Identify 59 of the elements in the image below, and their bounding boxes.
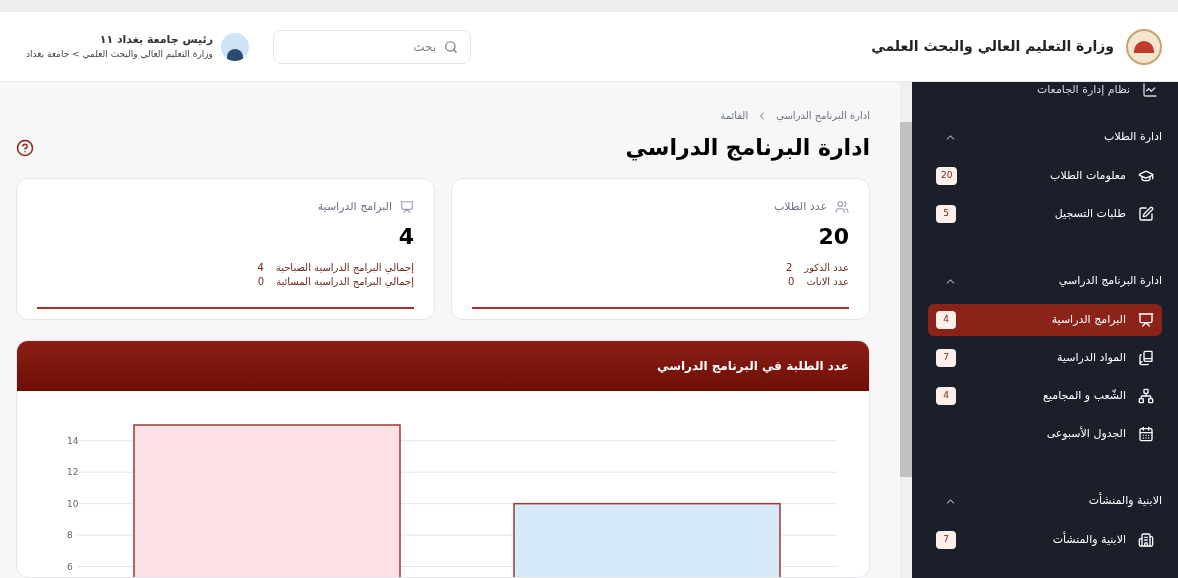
y-tick-label: 14 — [67, 435, 79, 446]
count-badge: 7 — [936, 531, 956, 549]
y-tick-label: 6 — [67, 561, 73, 572]
calendar-icon — [1138, 426, 1154, 442]
sidebar-item-label: الجدول الأسبوعى — [1046, 425, 1126, 442]
sidebar-item-label: البرامج الدراسية — [1051, 311, 1126, 328]
y-tick-label: 10 — [67, 498, 79, 509]
ministry-logo — [1126, 28, 1162, 65]
users-icon — [835, 200, 849, 215]
detail-value: 0 — [257, 274, 265, 289]
count-badge: 20 — [936, 167, 958, 185]
sidebar-item-label: المواد الدراسية — [1057, 349, 1126, 366]
avatar[interactable] — [221, 32, 249, 61]
card-value: 20 — [817, 222, 849, 251]
detail-label: عدد الذكور — [804, 260, 849, 275]
sidebar-group-header[interactable]: ادارة البرنامج الدراسي — [912, 264, 1178, 298]
ministry-title: وزارة التعليم العالي والبحث العلمي — [871, 37, 1114, 57]
breadcrumb-link[interactable]: ادارة البرنامج الدراسي — [776, 108, 870, 123]
sidebar-item[interactable]: نظام إدارة الجامعات — [1036, 82, 1130, 99]
detail-label: إجمالي البرامج الدراسية المسائية — [276, 274, 414, 289]
sidebar-item-label: الشّعب و المجاميع — [1043, 387, 1126, 404]
presentation-icon — [400, 200, 414, 215]
edit-icon — [1138, 206, 1154, 222]
detail-label: عدد الاناث — [806, 274, 849, 289]
count-badge: 4 — [936, 387, 956, 405]
chart-icon — [1142, 82, 1158, 98]
graduate-icon — [1138, 168, 1154, 184]
breadcrumb-current: القائمة — [720, 109, 749, 123]
sidebar-item-label: معلومات الطلاب — [1050, 167, 1126, 184]
count-badge: 5 — [936, 205, 956, 223]
page-title: ادارة البرنامج الدراسي — [625, 134, 870, 163]
user-organization: وزارة التعليم العالي والبحث العلمي > جامعة بغداد — [26, 48, 213, 62]
sidebar-item-label: الابنية والمنشأت — [1052, 531, 1126, 548]
card-label: البرامج الدراسية — [317, 199, 392, 215]
sidebar-item[interactable]: الجدول الأسبوعى — [928, 418, 1162, 450]
y-tick-label: 12 — [67, 467, 79, 478]
count-badge: 4 — [936, 311, 956, 329]
card-label: عدد الطلاب — [773, 199, 827, 215]
search-input[interactable]: بحث — [286, 37, 437, 56]
scrollbar-thumb[interactable] — [900, 122, 912, 477]
search-icon — [444, 38, 458, 55]
sidebar-item-label: طلبات التسجيل — [1054, 205, 1126, 222]
books-icon — [1138, 350, 1154, 366]
detail-label: إجمالي البرامج الدراسية الصباحية — [275, 260, 414, 275]
detail-value: 0 — [788, 274, 795, 289]
presentation-icon — [1138, 312, 1154, 328]
sidebar-group-header[interactable]: ادارة الطلاب — [912, 120, 1178, 154]
count-badge: 7 — [936, 349, 956, 367]
detail-value: 2 — [785, 260, 793, 275]
search-field[interactable]: بحث — [273, 29, 471, 64]
hierarchy-icon — [1138, 388, 1154, 404]
sidebar-group-header[interactable]: الابنية والمنشأت — [912, 484, 1178, 518]
chart-title: عدد الطلبة في البرنامج الدراسي — [657, 358, 849, 375]
y-tick-label: 8 — [67, 530, 73, 541]
help-icon[interactable] — [16, 138, 34, 157]
detail-value: 4 — [257, 260, 264, 275]
user-name: رئيس جامعة بغداد ١١ — [98, 31, 213, 48]
building-icon — [1138, 532, 1154, 548]
card-value: 4 — [397, 222, 414, 251]
